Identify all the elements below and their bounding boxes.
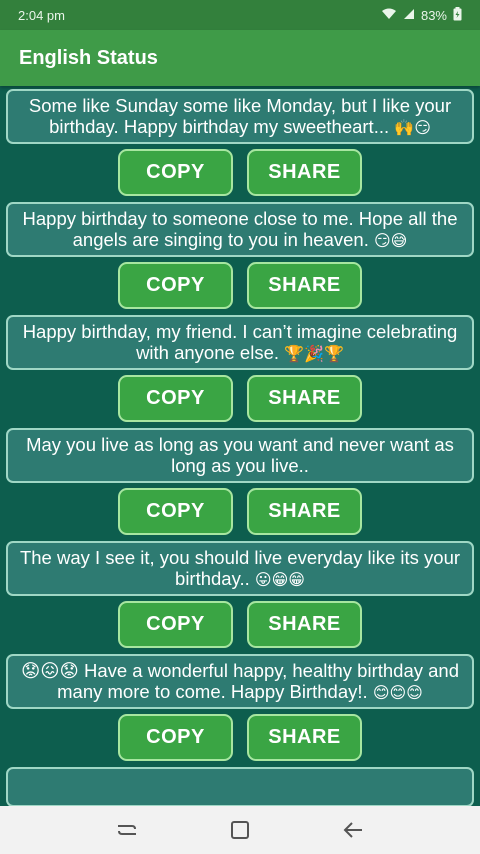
status-card: 😟😖😟 Have a wonderful happy, healthy birt… [6, 654, 474, 709]
share-button[interactable]: SHARE [247, 262, 362, 309]
share-button[interactable]: SHARE [247, 149, 362, 196]
action-row: COPY SHARE [0, 149, 480, 196]
status-emoji: 😏😅 [374, 233, 408, 250]
copy-button[interactable]: COPY [118, 488, 233, 535]
status-emoji: 😛😁😁 [254, 572, 305, 589]
action-row: COPY SHARE [0, 375, 480, 422]
action-row: COPY SHARE [0, 601, 480, 648]
wifi-icon [381, 8, 397, 23]
status-bar: 2:04 pm 83% [0, 0, 480, 30]
status-emoji: 🙌😏 [394, 120, 431, 137]
status-card: Some like Sunday some like Monday, but I… [6, 89, 474, 144]
navigation-bar [0, 806, 480, 854]
action-row: COPY SHARE [0, 488, 480, 535]
back-icon[interactable] [333, 810, 373, 850]
app-bar: English Status [0, 30, 480, 86]
status-text: Some like Sunday some like Monday, but I… [28, 95, 452, 137]
copy-button[interactable]: COPY [118, 149, 233, 196]
share-button[interactable]: SHARE [247, 714, 362, 761]
copy-button[interactable]: COPY [118, 601, 233, 648]
status-list[interactable]: Some like Sunday some like Monday, but I… [0, 86, 480, 806]
status-emoji: 😊😊😊 [372, 685, 423, 702]
status-time: 2:04 pm [18, 7, 65, 23]
battery-icon [453, 6, 462, 24]
status-emoji: 🏆🎉🏆 [284, 346, 344, 363]
status-card: The way I see it, you should live everyd… [6, 541, 474, 596]
battery-percent: 83% [420, 7, 447, 23]
share-button[interactable]: SHARE [247, 375, 362, 422]
status-item: May you live as long as you want and nev… [0, 428, 480, 535]
action-row: COPY SHARE [0, 714, 480, 761]
status-item: 😟😖😟 Have a wonderful happy, healthy birt… [0, 654, 480, 761]
copy-button[interactable]: COPY [118, 262, 233, 309]
status-text: May you live as long as you want and nev… [26, 434, 454, 476]
status-item: Some like Sunday some like Monday, but I… [0, 89, 480, 196]
copy-button[interactable]: COPY [118, 375, 233, 422]
status-text: Happy birthday, my friend. I can’t imagi… [22, 321, 458, 363]
status-text: The way I see it, you should live everyd… [19, 547, 461, 589]
share-button[interactable]: SHARE [247, 488, 362, 535]
status-item: Happy birthday, my friend. I can’t imagi… [0, 315, 480, 422]
share-button[interactable]: SHARE [247, 601, 362, 648]
status-card: May you live as long as you want and nev… [6, 428, 474, 483]
status-item-partial [0, 767, 480, 806]
copy-button[interactable]: COPY [118, 714, 233, 761]
status-card: Happy birthday, my friend. I can’t imagi… [6, 315, 474, 370]
status-card: Happy birthday to someone close to me. H… [6, 202, 474, 257]
action-row: COPY SHARE [0, 262, 480, 309]
status-icons: 83% [381, 6, 462, 24]
status-item: The way I see it, you should live everyd… [0, 541, 480, 648]
home-icon[interactable] [220, 810, 260, 850]
status-item: Happy birthday to someone close to me. H… [0, 202, 480, 309]
status-card [6, 767, 474, 806]
app-title: English Status [19, 46, 158, 69]
signal-icon [403, 8, 415, 23]
recent-apps-icon[interactable] [107, 810, 147, 850]
